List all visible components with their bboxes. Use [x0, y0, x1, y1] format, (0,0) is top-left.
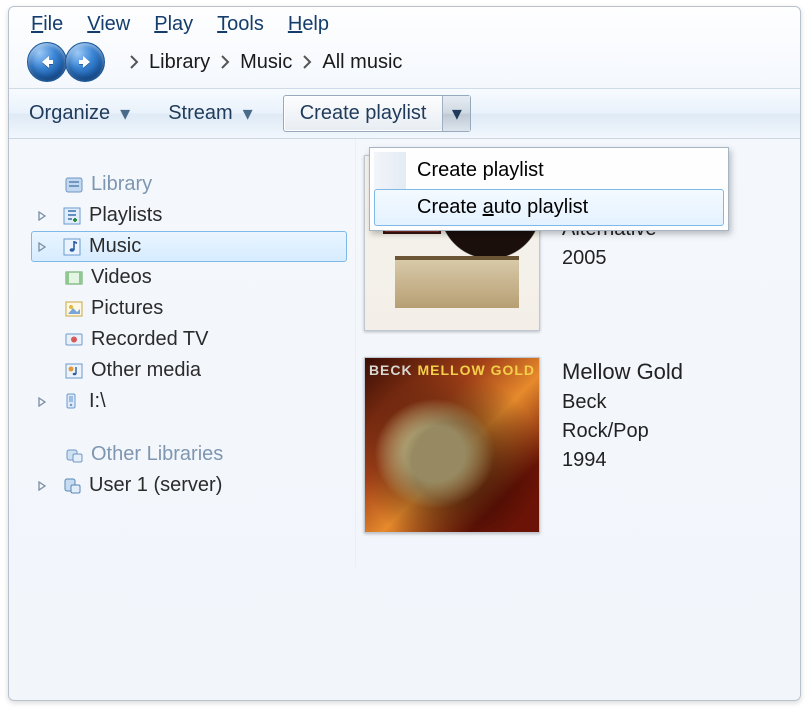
organize-label: Organize: [29, 102, 110, 125]
network-library-icon: [63, 444, 85, 466]
back-button[interactable]: [27, 42, 67, 82]
sidebar-label: Other Libraries: [91, 443, 223, 466]
sidebar-item-videos[interactable]: Videos: [31, 262, 347, 293]
menu-item-create-playlist[interactable]: Create playlist: [374, 152, 724, 189]
create-label: Create playlist: [300, 102, 427, 124]
menu-item-create-auto-playlist[interactable]: Create auto playlist: [374, 189, 724, 226]
breadcrumb-library[interactable]: Library: [149, 51, 210, 74]
sidebar-library-header[interactable]: Library: [31, 169, 347, 200]
arrow-left-icon: [38, 53, 56, 71]
video-icon: [63, 267, 85, 289]
sidebar-item-drive[interactable]: I:\: [31, 386, 347, 417]
album-item[interactable]: BECK MELLOW GOLD Mellow Gold Beck Rock/P…: [364, 357, 792, 533]
sidebar-item-pictures[interactable]: Pictures: [31, 293, 347, 324]
breadcrumb-music[interactable]: Music: [240, 51, 292, 74]
menu-bar: File View Play Tools Help: [9, 7, 800, 40]
sidebar-label: I:\: [89, 390, 106, 413]
sidebar: Library Playlists Music Videos: [9, 139, 355, 567]
album-year: 1994: [562, 449, 683, 472]
caret-down-icon: ▾: [120, 101, 130, 126]
picture-icon: [63, 298, 85, 320]
sidebar-label: Music: [89, 235, 141, 258]
chevron-right-icon[interactable]: [129, 55, 139, 69]
menu-view[interactable]: View: [87, 13, 130, 36]
caret-down-icon: ▾: [243, 101, 253, 126]
sidebar-item-user1[interactable]: User 1 (server): [31, 470, 347, 501]
tv-icon: [63, 329, 85, 351]
breadcrumb-all-music[interactable]: All music: [322, 51, 402, 74]
album-title: Mellow Gold: [562, 359, 683, 385]
sidebar-label: Pictures: [91, 297, 163, 320]
album-art[interactable]: BECK MELLOW GOLD: [364, 357, 540, 533]
stream-button[interactable]: Stream ▾: [160, 95, 261, 132]
album-genre: Rock/Pop: [562, 420, 683, 443]
create-playlist-splitbutton: Create playlist ▾: [283, 95, 472, 132]
album-year: 2005: [562, 247, 657, 270]
menu-file[interactable]: File: [31, 13, 63, 36]
create-playlist-dropdown[interactable]: ▾: [442, 96, 470, 131]
sidebar-label: Recorded TV: [91, 328, 208, 351]
sidebar-label: Other media: [91, 359, 201, 382]
sidebar-label: Playlists: [89, 204, 162, 227]
create-playlist-button[interactable]: Create playlist: [284, 96, 443, 131]
menu-tools[interactable]: Tools: [217, 13, 264, 36]
sidebar-item-recorded-tv[interactable]: Recorded TV: [31, 324, 347, 355]
content-area: Library Playlists Music Videos: [9, 139, 800, 567]
caret-down-icon: ▾: [452, 101, 462, 126]
chevron-right-icon[interactable]: [302, 55, 312, 69]
arrow-right-icon: [76, 53, 94, 71]
sidebar-item-other-media[interactable]: Other media: [31, 355, 347, 386]
menu-item-label: Create auto playlist: [417, 196, 588, 218]
menu-help[interactable]: Help: [288, 13, 329, 36]
organize-button[interactable]: Organize ▾: [21, 95, 138, 132]
expander-icon[interactable]: [35, 240, 49, 254]
sidebar-item-music[interactable]: Music: [31, 231, 347, 262]
stream-label: Stream: [168, 102, 232, 125]
library-icon: [63, 174, 85, 196]
album-artist: Beck: [562, 391, 683, 414]
playlist-icon: [61, 205, 83, 227]
create-playlist-menu: Create playlist Create auto playlist: [369, 147, 729, 231]
breadcrumb: Library Music All music: [119, 51, 402, 74]
expander-icon[interactable]: [35, 395, 49, 409]
sidebar-other-libraries-header[interactable]: Other Libraries: [31, 439, 347, 470]
menu-item-label: Create playlist: [417, 159, 544, 181]
sidebar-item-playlists[interactable]: Playlists: [31, 200, 347, 231]
forward-button[interactable]: [65, 42, 105, 82]
album-metadata: Mellow Gold Beck Rock/Pop 1994: [562, 357, 683, 533]
album-art-label: BECK MELLOW GOLD: [365, 362, 539, 378]
server-icon: [61, 475, 83, 497]
music-icon: [61, 236, 83, 258]
navigation-bar: Library Music All music: [9, 40, 800, 88]
nav-buttons: [27, 42, 103, 82]
window-frame: File View Play Tools Help Library Music …: [8, 6, 801, 701]
media-icon: [63, 360, 85, 382]
expander-icon[interactable]: [35, 479, 49, 493]
sidebar-label: Library: [91, 173, 152, 196]
sidebar-label: User 1 (server): [89, 474, 222, 497]
chevron-right-icon[interactable]: [220, 55, 230, 69]
toolbar: Organize ▾ Stream ▾ Create playlist ▾: [9, 88, 800, 139]
sidebar-label: Videos: [91, 266, 152, 289]
expander-icon[interactable]: [35, 209, 49, 223]
drive-icon: [61, 391, 83, 413]
menu-play[interactable]: Play: [154, 13, 193, 36]
